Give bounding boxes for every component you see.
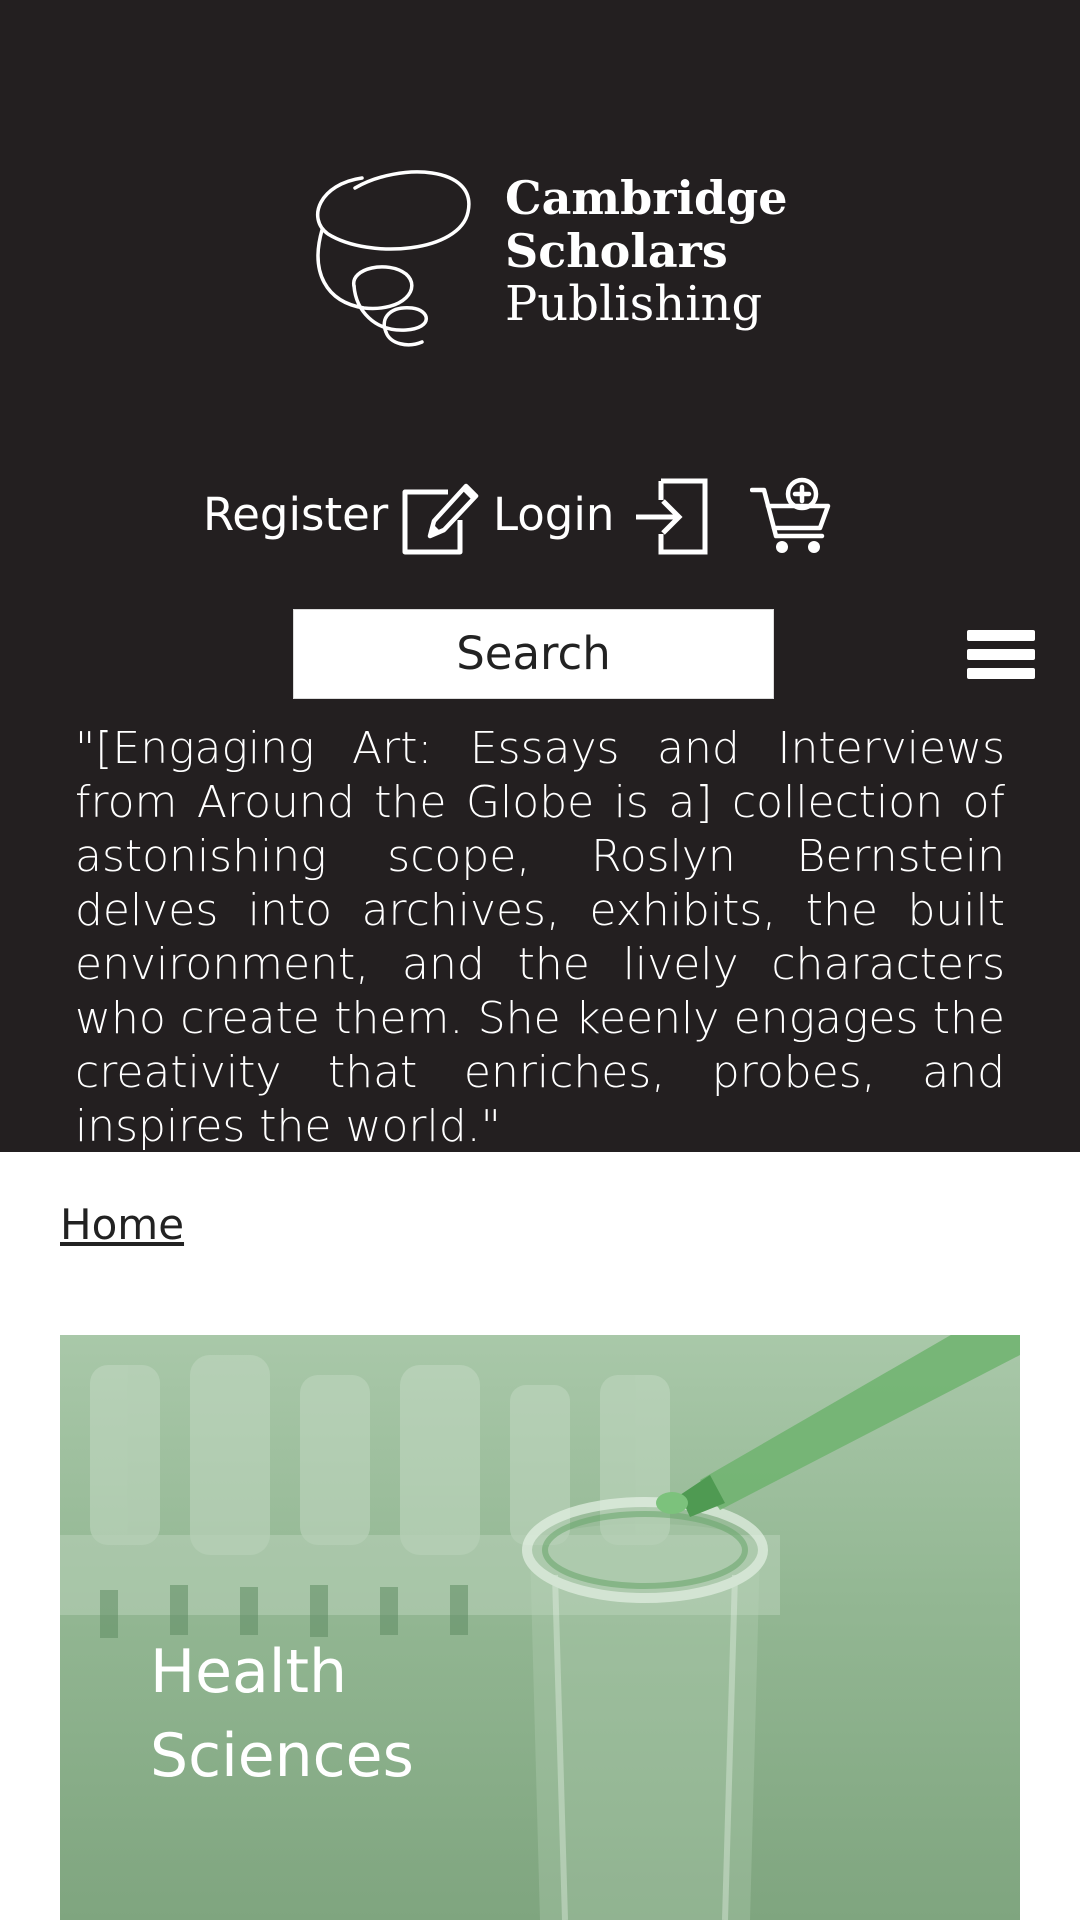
- hamburger-menu-icon[interactable]: [967, 630, 1035, 680]
- testimonial-quote: "[Engaging Art: Essays and Interviews fr…: [75, 723, 1005, 1152]
- menu-bar-3: [967, 668, 1035, 679]
- site-logo[interactable]: Cambridge Scholars Publishing: [310, 160, 788, 350]
- edit-icon[interactable]: [400, 476, 480, 556]
- site-header: Cambridge Scholars Publishing Register L…: [0, 0, 1080, 1152]
- login-link[interactable]: Login: [493, 488, 614, 541]
- logo-line-2: Scholars: [505, 224, 728, 278]
- account-bar: Register Login: [0, 474, 1080, 558]
- logo-wordmark: Cambridge Scholars Publishing: [505, 172, 788, 331]
- search-input[interactable]: [293, 609, 774, 699]
- category-card-health-sciences[interactable]: Health Sciences: [60, 1335, 1020, 1920]
- logo-line-3: Publishing: [505, 276, 763, 332]
- menu-bar-2: [967, 649, 1035, 660]
- logo-line-1: Cambridge: [505, 171, 788, 225]
- login-icon[interactable]: [633, 478, 711, 556]
- laboratory-image: [60, 1335, 1020, 1920]
- register-link[interactable]: Register: [203, 488, 388, 541]
- menu-bar-1: [967, 630, 1035, 641]
- breadcrumb-home-link[interactable]: Home: [60, 1200, 184, 1249]
- cart-icon[interactable]: [750, 474, 834, 556]
- category-title: Health Sciences: [150, 1637, 414, 1791]
- spiral-logo-icon: [316, 170, 471, 347]
